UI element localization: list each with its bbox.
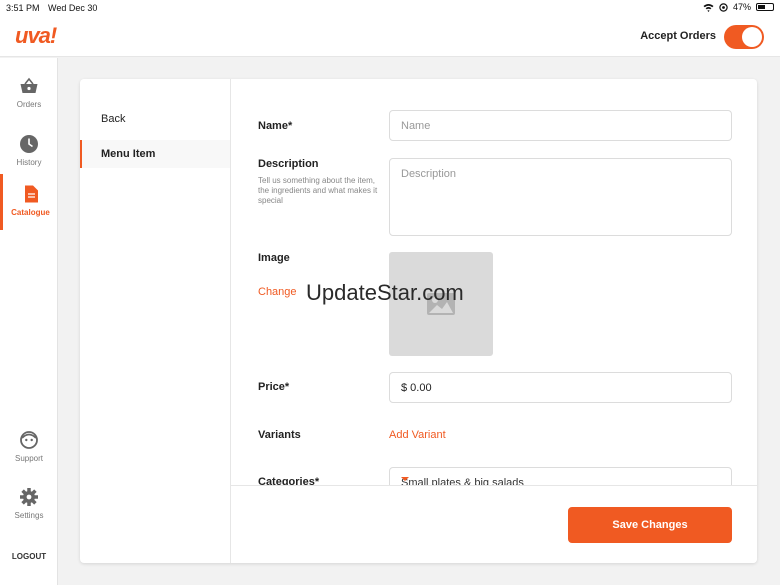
name-placeholder: Name (401, 120, 431, 132)
support-icon (20, 431, 38, 449)
chevron-down-icon (401, 477, 409, 481)
variants-label: Variants (258, 429, 301, 441)
sidebar-item-label: Catalogue (11, 208, 50, 217)
status-time: 3:51 PM (6, 3, 40, 13)
sidebar-item-label: Settings (14, 511, 44, 520)
basket-icon (20, 77, 38, 93)
categories-value: Small plates & big salads (401, 477, 524, 485)
price-value: $ 0.00 (401, 382, 432, 394)
categories-select[interactable]: Small plates & big salads (389, 467, 732, 485)
menu-item-card: Back Menu Item Name* Name Description Te… (80, 79, 757, 563)
price-label: Price* (258, 381, 290, 393)
menu-item-form: Name* Name Description Tell us something… (231, 79, 757, 485)
back-link[interactable]: Back (101, 113, 125, 125)
name-input[interactable]: Name (389, 110, 732, 141)
sidebar-item-catalogue[interactable]: Catalogue (0, 174, 58, 230)
status-bar: 3:51 PM Wed Dec 30 47% (0, 0, 780, 17)
app-logo: uva! (15, 23, 57, 48)
sidebar-item-history[interactable]: History (0, 124, 58, 180)
description-label: Description (258, 158, 319, 170)
image-label: Image (258, 252, 290, 264)
sidebar-item-support[interactable]: Support (0, 420, 58, 476)
save-changes-button[interactable]: Save Changes (568, 507, 732, 543)
battery-icon (756, 3, 774, 11)
name-label: Name* (258, 120, 293, 132)
sidebar-item-orders[interactable]: Orders (0, 66, 58, 122)
sidebar-item-label: Support (14, 454, 44, 463)
gear-icon (20, 488, 38, 506)
logout-button[interactable]: LOGOUT (0, 552, 58, 561)
description-hint: Tell us something about the item, the in… (258, 176, 378, 205)
top-bar: uva! Accept Orders (0, 17, 780, 57)
location-icon (719, 2, 728, 12)
sidebar-item-settings[interactable]: Settings (0, 477, 58, 533)
sidebar: Orders History Catalogue Support Setting… (0, 58, 58, 585)
accept-orders-toggle[interactable] (724, 25, 764, 49)
toggle-knob (742, 27, 762, 47)
sub-navigation: Back Menu Item (80, 79, 231, 563)
description-placeholder: Description (401, 168, 457, 180)
sidebar-item-label: History (16, 158, 42, 167)
subnav-item-label: Menu Item (101, 148, 156, 160)
form-footer: Save Changes (231, 485, 757, 563)
accept-orders-label: Accept Orders (640, 30, 716, 42)
sidebar-item-label: Orders (16, 100, 42, 109)
battery-percent: 47% (732, 2, 751, 12)
subnav-item-menu-item[interactable]: Menu Item (80, 140, 230, 168)
watermark-text: UpdateStar.com (306, 280, 464, 305)
change-image-link[interactable]: Change (258, 286, 297, 298)
clock-icon (20, 135, 38, 153)
add-variant-button[interactable]: Add Variant (389, 429, 446, 441)
description-textarea[interactable]: Description (389, 158, 732, 236)
status-date: Wed Dec 30 (48, 3, 98, 13)
categories-label: Categories* (258, 476, 320, 485)
document-icon (24, 185, 38, 203)
wifi-icon (703, 3, 714, 12)
price-input[interactable]: $ 0.00 (389, 372, 732, 403)
